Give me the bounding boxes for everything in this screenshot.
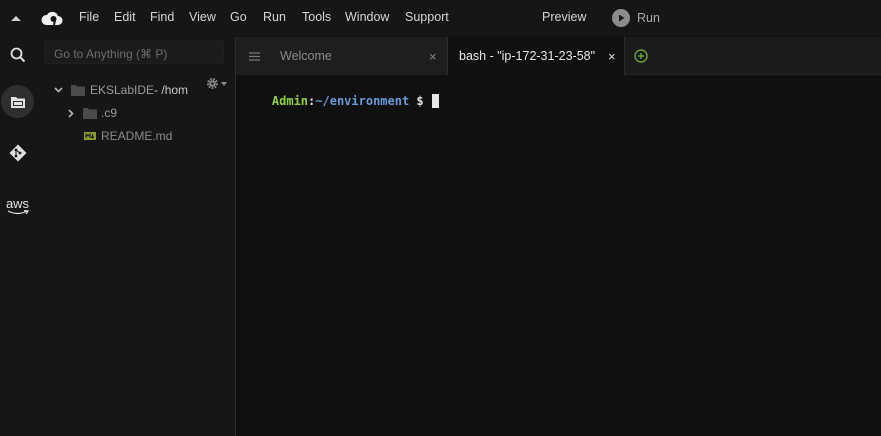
prompt-user: Admin bbox=[271, 94, 309, 108]
menu-run[interactable]: Run bbox=[263, 10, 286, 24]
tree-item-path: - /hom bbox=[154, 83, 189, 97]
activity-rail: aws bbox=[0, 35, 35, 436]
chevron-down-icon bbox=[54, 87, 63, 93]
plus-circle-icon bbox=[634, 49, 648, 63]
environment-panel: Go to Anything (⌘ P) EKSLabIDE - /hom .c… bbox=[35, 35, 235, 436]
git-icon bbox=[9, 144, 26, 162]
terminal-pane[interactable]: Admin:~/environment $ bbox=[236, 75, 881, 436]
run-label: Run bbox=[637, 10, 660, 25]
run-button[interactable]: Run bbox=[612, 0, 660, 35]
hamburger-icon bbox=[249, 52, 260, 61]
gear-icon[interactable] bbox=[206, 77, 227, 90]
preview-button[interactable]: Preview bbox=[542, 10, 586, 24]
menu-bar: File Edit Find View Go Run Tools Window … bbox=[0, 0, 881, 35]
tree-item-root[interactable]: EKSLabIDE - /hom bbox=[54, 81, 188, 99]
tree-item-label: .c9 bbox=[101, 106, 118, 120]
rail-search[interactable] bbox=[0, 38, 35, 72]
tab-bash[interactable]: bash - "ip-172-31-23-58" × bbox=[448, 37, 625, 75]
tab-welcome[interactable]: Welcome × bbox=[236, 37, 448, 75]
play-icon bbox=[612, 8, 630, 27]
tree-item-label: README.md bbox=[101, 129, 173, 143]
terminal-cursor bbox=[431, 94, 439, 108]
folder-icon bbox=[10, 97, 25, 108]
prompt-path: ~/environment bbox=[315, 94, 410, 108]
folder-icon bbox=[71, 84, 85, 96]
menu-edit[interactable]: Edit bbox=[114, 10, 136, 24]
rail-environment[interactable] bbox=[0, 85, 35, 119]
tree-item-label: EKSLabIDE bbox=[90, 83, 155, 97]
rail-source-control[interactable] bbox=[0, 136, 35, 170]
menu-file[interactable]: File bbox=[79, 10, 99, 24]
tab-label: bash - "ip-172-31-23-58" bbox=[459, 49, 596, 63]
tab-bar: Welcome × bash - "ip-172-31-23-58" × bbox=[236, 37, 881, 75]
tab-label: Welcome bbox=[280, 49, 332, 63]
folder-icon bbox=[83, 107, 97, 119]
close-icon[interactable]: × bbox=[608, 49, 616, 64]
menu-tools[interactable]: Tools bbox=[302, 10, 331, 24]
markdown-file-icon bbox=[84, 132, 96, 140]
prompt-symbol: $ bbox=[409, 94, 431, 108]
search-icon bbox=[10, 47, 25, 63]
menu-find[interactable]: Find bbox=[150, 10, 174, 24]
tree-item-readme[interactable]: README.md bbox=[84, 127, 172, 145]
menu-go[interactable]: Go bbox=[230, 10, 247, 24]
cloud9-logo-icon[interactable] bbox=[41, 0, 63, 35]
close-icon[interactable]: × bbox=[429, 49, 437, 64]
menu-window[interactable]: Window bbox=[345, 10, 389, 24]
tree-item-c9[interactable]: .c9 bbox=[68, 104, 117, 122]
chevron-right-icon bbox=[68, 108, 74, 118]
go-to-anything-input[interactable]: Go to Anything (⌘ P) bbox=[44, 40, 224, 64]
terminal-prompt: Admin:~/environment $ bbox=[243, 80, 439, 122]
menu-view[interactable]: View bbox=[189, 10, 216, 24]
aws-label: aws bbox=[5, 195, 30, 211]
add-tab-button[interactable] bbox=[634, 49, 648, 68]
menu-support[interactable]: Support bbox=[405, 10, 449, 24]
rail-aws[interactable]: aws bbox=[0, 189, 35, 223]
caret-up-icon[interactable] bbox=[10, 0, 22, 35]
aws-logo-icon: aws bbox=[5, 195, 30, 215]
